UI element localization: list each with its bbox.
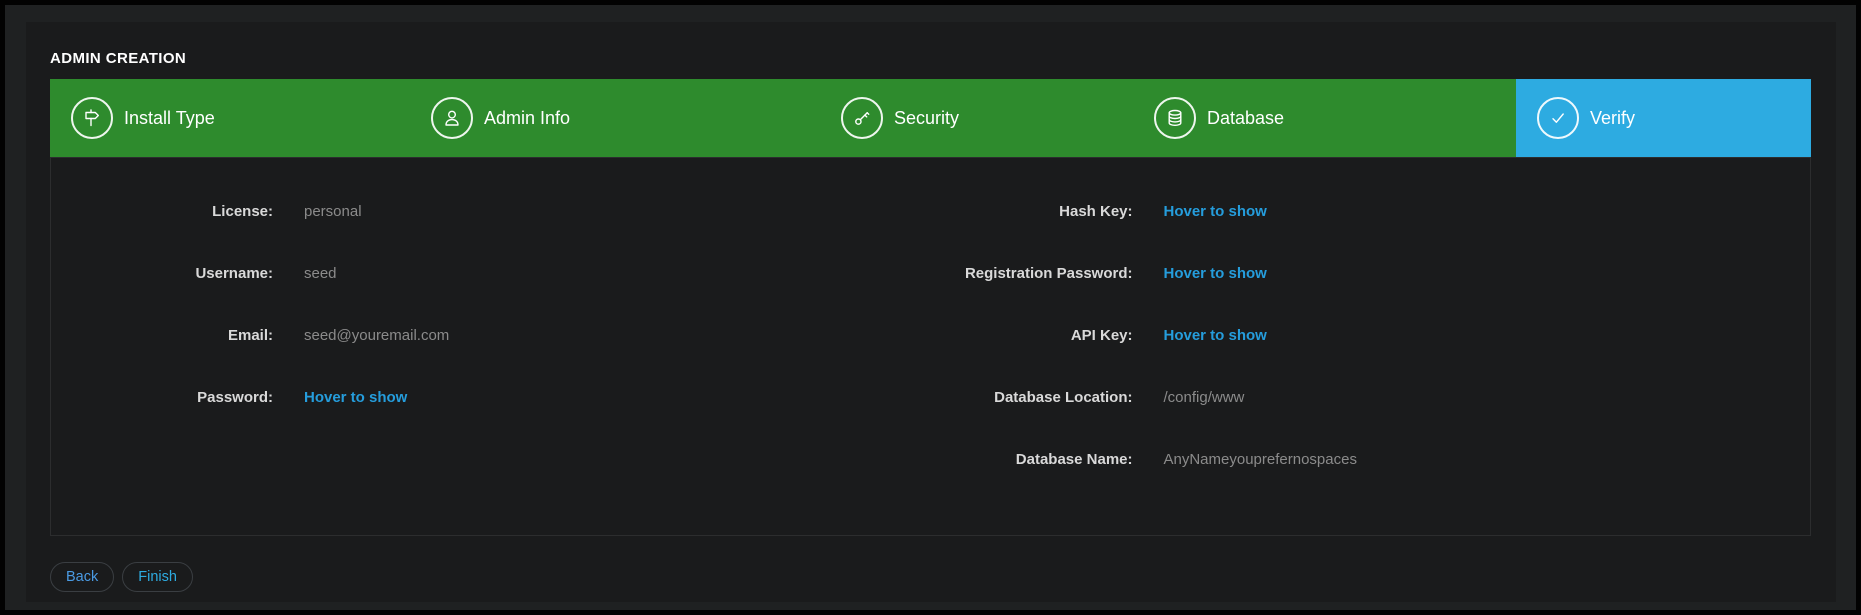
wizard-step-label: Admin Info [484,108,570,129]
email-value: seed@youremail.com [304,327,449,344]
app-window: ADMIN CREATION Install Type [0,0,1861,615]
database-icon [1154,97,1196,139]
password-hover-to-show-link[interactable]: Hover to show [304,389,407,406]
summary-row-database-name: Database Name: AnyNameyouprefernospaces [931,428,1811,490]
key-icon [841,97,883,139]
wizard-step-verify[interactable]: Verify [1516,79,1811,157]
database-name-label: Database Name: [931,451,1133,468]
summary-row-license: License: personal [51,180,931,242]
summary-right-column: Hash Key: Hover to show Registration Pas… [931,180,1811,535]
email-label: Email: [51,327,273,344]
license-label: License: [51,203,273,220]
verify-summary-panel: License: personal Username: seed Email: … [50,157,1811,536]
wizard-step-label: Security [894,108,959,129]
license-value: personal [304,203,362,220]
wizard-step-label: Install Type [124,108,215,129]
back-button[interactable]: Back [50,562,114,592]
wizard-footer: Back Finish [50,562,1811,592]
summary-row-email: Email: seed@youremail.com [51,304,931,366]
hash-key-hover-to-show-link[interactable]: Hover to show [1164,203,1267,220]
wizard-step-admin-info[interactable]: Admin Info [410,79,820,157]
summary-row-database-location: Database Location: /config/www [931,366,1811,428]
registration-password-hover-to-show-link[interactable]: Hover to show [1164,265,1267,282]
hash-key-label: Hash Key: [931,203,1133,220]
summary-row-hash-key: Hash Key: Hover to show [931,180,1811,242]
username-value: seed [304,265,337,282]
summary-row-api-key: API Key: Hover to show [931,304,1811,366]
summary-row-password: Password: Hover to show [51,366,931,428]
wizard-step-security[interactable]: Security [820,79,1133,157]
api-key-label: API Key: [931,327,1133,344]
page-title: ADMIN CREATION [50,50,1811,68]
username-label: Username: [51,265,273,282]
check-icon [1537,97,1579,139]
password-label: Password: [51,389,273,406]
wizard-step-install-type[interactable]: Install Type [50,79,410,157]
wizard-step-label: Database [1207,108,1284,129]
user-icon [431,97,473,139]
summary-row-username: Username: seed [51,242,931,304]
registration-password-label: Registration Password: [931,265,1133,282]
database-location-value: /config/www [1164,389,1245,406]
database-location-label: Database Location: [931,389,1133,406]
finish-button[interactable]: Finish [122,562,193,592]
wizard-step-label: Verify [1590,108,1635,129]
admin-creation-panel: ADMIN CREATION Install Type [26,22,1836,602]
api-key-hover-to-show-link[interactable]: Hover to show [1164,327,1267,344]
summary-row-registration-password: Registration Password: Hover to show [931,242,1811,304]
signpost-icon [71,97,113,139]
wizard-step-database[interactable]: Database [1133,79,1516,157]
wizard-step-bar: Install Type Admin Info [50,79,1811,157]
database-name-value: AnyNameyouprefernospaces [1164,451,1357,468]
summary-left-column: License: personal Username: seed Email: … [51,180,931,535]
